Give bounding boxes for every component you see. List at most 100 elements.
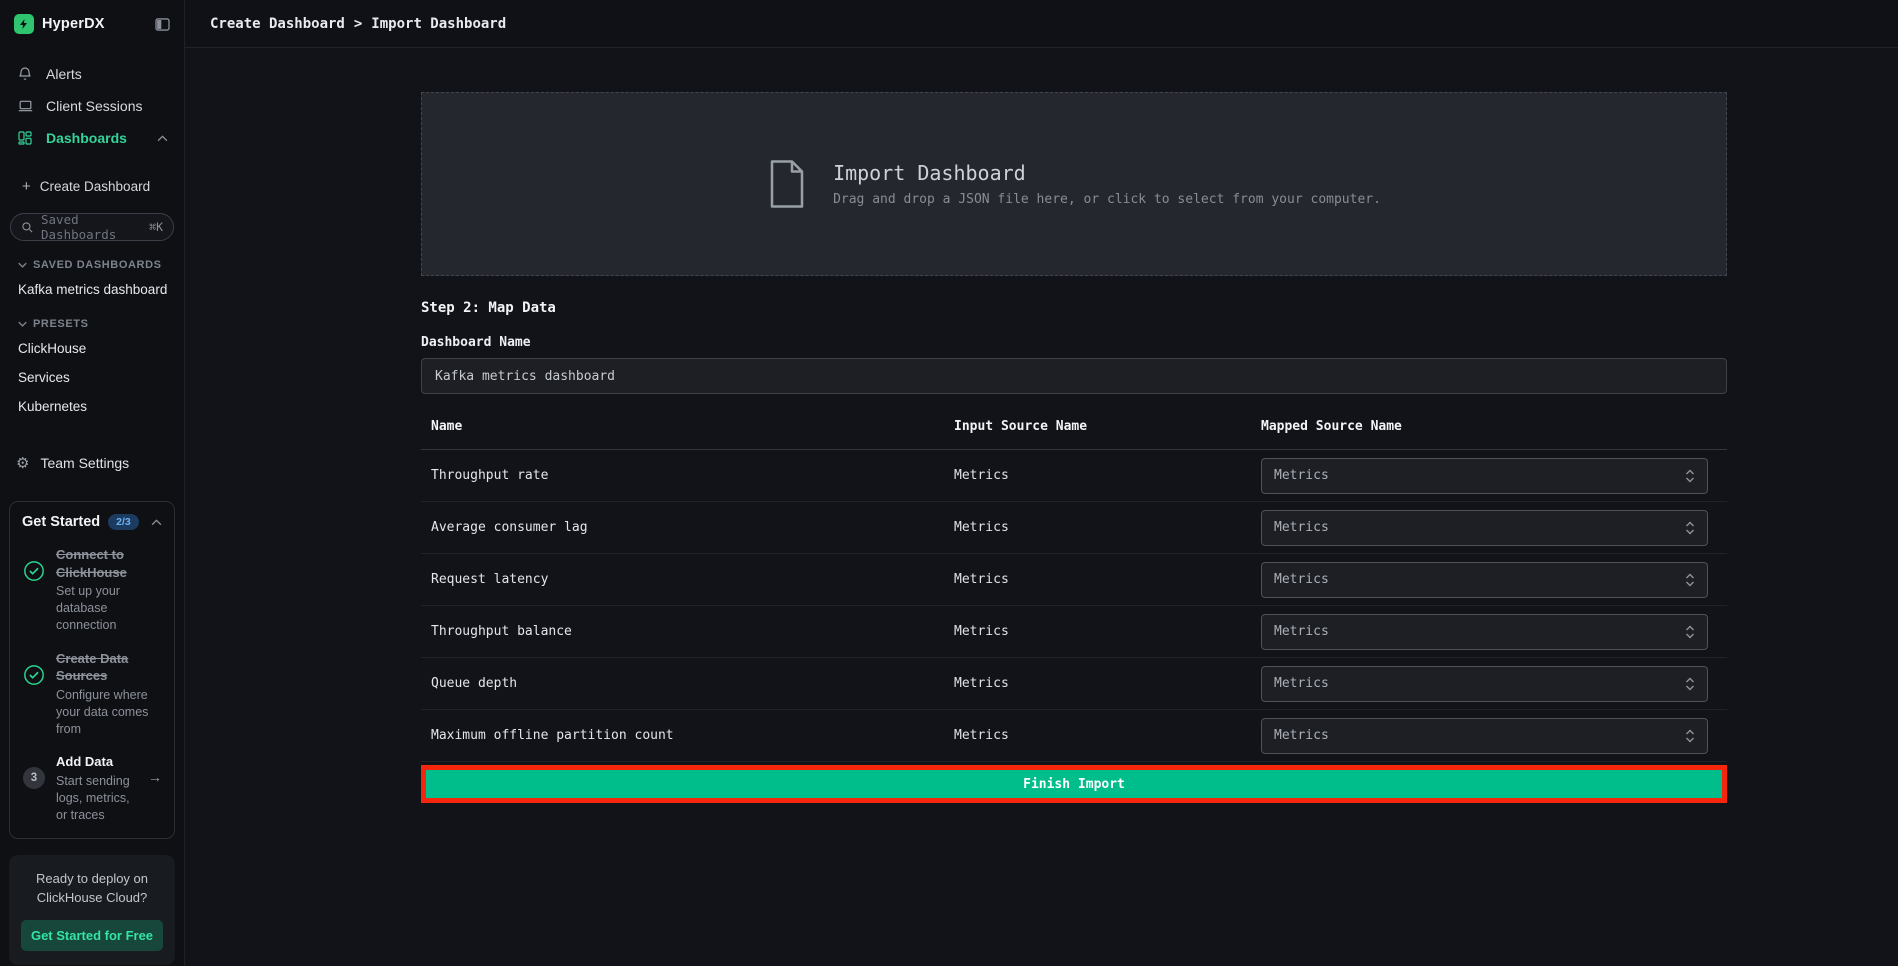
hyperdx-logo-icon: [14, 14, 34, 34]
get-started-step-sources[interactable]: Create Data Sources Configure where your…: [22, 650, 162, 738]
team-settings-label: Team Settings: [40, 455, 129, 471]
dropzone-title: Import Dashboard: [833, 161, 1381, 185]
metric-name: Maximum offline partition count: [421, 728, 954, 743]
breadcrumb-current: Import Dashboard: [371, 16, 506, 32]
input-source-name: Metrics: [954, 520, 1261, 535]
sidebar-item-label: Alerts: [46, 66, 82, 82]
selected-value: Metrics: [1274, 520, 1329, 535]
input-source-name: Metrics: [954, 728, 1261, 743]
dropzone-text: Import Dashboard Drag and drop a JSON fi…: [833, 161, 1381, 207]
mapped-source-select[interactable]: Metrics: [1261, 510, 1708, 546]
mapped-source-select[interactable]: Metrics: [1261, 458, 1708, 494]
dashboard-grid-icon: [16, 130, 34, 146]
column-header-name: Name: [421, 419, 954, 434]
section-presets[interactable]: PRESETS: [0, 304, 184, 334]
breadcrumb: Create Dashboard > Import Dashboard: [185, 0, 1898, 48]
sidebar-item-dashboards[interactable]: Dashboards: [0, 122, 184, 154]
app-title: HyperDX: [42, 16, 147, 32]
main-area: Create Dashboard > Import Dashboard Impo…: [185, 0, 1898, 966]
create-dashboard-button[interactable]: + Create Dashboard: [0, 172, 184, 201]
breadcrumb-parent[interactable]: Create Dashboard: [210, 16, 345, 32]
sidebar-item-services[interactable]: Services: [0, 363, 184, 392]
sidebar-item-alerts[interactable]: Alerts: [0, 58, 184, 90]
select-chevrons-icon: [1685, 468, 1695, 484]
get-started-step-add-data[interactable]: 3 Add Data Start sending logs, metrics, …: [22, 753, 162, 823]
selected-value: Metrics: [1274, 468, 1329, 483]
sidebar-item-kubernetes[interactable]: Kubernetes: [0, 392, 184, 421]
get-started-header[interactable]: Get Started 2/3: [22, 514, 162, 530]
table-row: Throughput balance Metrics Metrics: [421, 606, 1727, 658]
sidebar: HyperDX Alerts Client Sessions: [0, 0, 185, 966]
metric-name: Request latency: [421, 572, 954, 587]
source-mapping-table: Name Input Source Name Mapped Source Nam…: [421, 404, 1727, 762]
sidebar-item-label: Client Sessions: [46, 98, 143, 114]
step-title: Add Data: [56, 753, 138, 771]
sidebar-item-team-settings[interactable]: ⚙ Team Settings: [0, 445, 184, 481]
table-row: Queue depth Metrics Metrics: [421, 658, 1727, 710]
section-label: PRESETS: [33, 318, 89, 330]
get-started-card: Get Started 2/3 Connect to ClickHouse Se…: [9, 501, 175, 839]
mapped-source-select[interactable]: Metrics: [1261, 666, 1708, 702]
table-row: Throughput rate Metrics Metrics: [421, 450, 1727, 502]
import-dashboard-panel: Import Dashboard Drag and drop a JSON fi…: [421, 48, 1727, 803]
gear-icon: ⚙: [16, 456, 29, 471]
check-circle-icon: [22, 546, 46, 582]
step-title: Connect to ClickHouse: [56, 546, 162, 581]
saved-dashboards-search[interactable]: Saved Dashboards ⌘K: [10, 213, 174, 241]
input-source-name: Metrics: [954, 572, 1261, 587]
finish-import-button[interactable]: Finish Import: [426, 770, 1722, 798]
promo-line-1: Ready to deploy on: [21, 869, 163, 889]
input-source-name: Metrics: [954, 624, 1261, 639]
step-number-badge: 3: [22, 753, 46, 789]
clickhouse-cloud-promo: Ready to deploy on ClickHouse Cloud? Get…: [9, 855, 175, 965]
section-saved-dashboards[interactable]: SAVED DASHBOARDS: [0, 245, 184, 275]
json-dropzone[interactable]: Import Dashboard Drag and drop a JSON fi…: [421, 92, 1727, 276]
input-source-name: Metrics: [954, 468, 1261, 483]
sidebar-item-clickhouse[interactable]: ClickHouse: [0, 334, 184, 363]
arrow-right-icon: →: [148, 753, 162, 785]
get-started-step-connect[interactable]: Connect to ClickHouse Set up your databa…: [22, 546, 162, 634]
table-row: Request latency Metrics Metrics: [421, 554, 1727, 606]
dashboard-name-label: Dashboard Name: [421, 335, 1727, 350]
input-source-name: Metrics: [954, 676, 1261, 691]
section-label: SAVED DASHBOARDS: [33, 259, 162, 271]
get-started-title: Get Started: [22, 514, 100, 530]
sidebar-item-kafka-metrics-dashboard[interactable]: Kafka metrics dashboard: [0, 275, 184, 304]
table-row: Average consumer lag Metrics Metrics: [421, 502, 1727, 554]
sidebar-collapse-icon[interactable]: [155, 18, 170, 31]
metric-name: Average consumer lag: [421, 520, 954, 535]
select-chevrons-icon: [1685, 624, 1695, 640]
step-desc: Start sending logs, metrics, or traces: [56, 773, 138, 824]
step-desc: Set up your database connection: [56, 583, 162, 634]
sidebar-item-label: Dashboards: [46, 130, 127, 146]
check-circle-icon: [22, 650, 46, 686]
metric-name: Throughput rate: [421, 468, 954, 483]
mapped-source-select[interactable]: Metrics: [1261, 614, 1708, 650]
chevron-up-icon: [151, 519, 162, 526]
mapped-source-select[interactable]: Metrics: [1261, 562, 1708, 598]
app-root: HyperDX Alerts Client Sessions: [0, 0, 1898, 966]
select-chevrons-icon: [1685, 520, 1695, 536]
selected-value: Metrics: [1274, 572, 1329, 587]
laptop-icon: [16, 98, 34, 114]
mapped-source-select[interactable]: Metrics: [1261, 718, 1708, 754]
logo-row: HyperDX: [0, 0, 184, 44]
selected-value: Metrics: [1274, 676, 1329, 691]
search-shortcut: ⌘K: [149, 220, 163, 234]
bell-icon: [16, 66, 34, 82]
chevron-up-icon: [157, 135, 168, 142]
search-placeholder: Saved Dashboards: [41, 212, 142, 242]
dropzone-subtitle: Drag and drop a JSON file here, or click…: [833, 192, 1381, 207]
step-2-heading: Step 2: Map Data: [421, 300, 1727, 316]
get-started-free-button[interactable]: Get Started for Free: [21, 920, 163, 951]
selected-value: Metrics: [1274, 624, 1329, 639]
metric-name: Queue depth: [421, 676, 954, 691]
dashboard-name-input[interactable]: [421, 358, 1727, 394]
chevron-down-icon: [18, 321, 27, 327]
step-body: Create Data Sources Configure where your…: [56, 650, 162, 738]
get-started-progress-badge: 2/3: [108, 514, 139, 530]
sidebar-item-client-sessions[interactable]: Client Sessions: [0, 90, 184, 122]
table-header-row: Name Input Source Name Mapped Source Nam…: [421, 404, 1727, 450]
select-chevrons-icon: [1685, 572, 1695, 588]
column-header-input-source: Input Source Name: [954, 419, 1261, 434]
